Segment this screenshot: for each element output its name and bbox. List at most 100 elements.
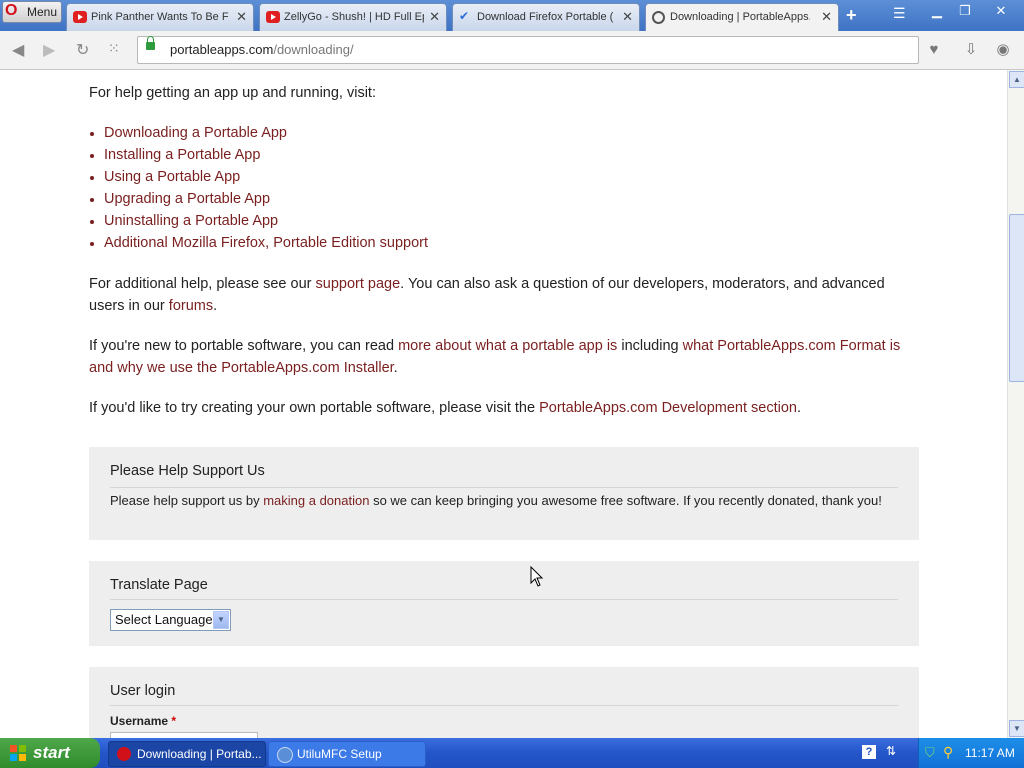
help-link-upgrading[interactable]: Upgrading a Portable App [104,191,270,207]
tab-title: Downloading | PortableApps. [670,11,810,23]
scroll-thumb[interactable] [1009,214,1024,382]
taskbar-item-utilumfc[interactable]: UtiluMFC Setup [268,741,426,767]
text: so we can keep bringing you awesome free… [369,493,882,508]
help-icon[interactable]: ? [862,745,876,759]
taskbar-item-label: Downloading | Portab... [137,747,262,761]
opera-logo-icon: O [5,2,18,19]
text: Please help support us by [110,493,264,508]
scroll-down-icon[interactable]: ▼ [1009,720,1024,737]
address-bar[interactable]: portableapps.com/downloading/ [137,36,919,64]
back-icon[interactable]: ◀ [12,40,24,60]
start-button[interactable]: start [0,738,100,768]
help-link-firefox-support[interactable]: Additional Mozilla Firefox, Portable Edi… [104,235,428,251]
divider [110,487,898,488]
downloads-icon[interactable]: ⇩ [960,39,982,61]
network-icon[interactable]: ⇅ [886,744,896,758]
text: Username [110,714,169,728]
reload-icon[interactable]: ↻ [76,40,89,60]
bookmark-heart-icon[interactable]: ♥ [923,39,945,61]
translate-page-box: Translate Page Select Language ▼ [89,561,919,646]
donation-link[interactable]: making a donation [263,493,369,508]
translate-box-title: Translate Page [110,577,208,593]
required-mark: * [171,714,177,728]
tab-zellygo[interactable]: ZellyGo - Shush! | HD Full Ep ✕ [259,3,447,31]
shield-icon[interactable]: ⛉ [925,745,935,761]
check-icon: ✔ [459,9,470,23]
support-us-box: Please Help Support Us Please help suppo… [89,447,919,540]
development-paragraph: If you'd like to try creating your own p… [89,397,919,419]
list-item: Downloading a Portable App [104,122,428,144]
list-item: Upgrading a Portable App [104,188,428,210]
tab-menu-icon[interactable]: ☰ [893,5,906,22]
help-links-list: Downloading a Portable App Installing a … [89,122,428,254]
scroll-up-icon[interactable]: ▲ [1009,71,1024,88]
support-box-title: Please Help Support Us [110,463,265,479]
minimize-icon[interactable]: ▁ [926,3,948,19]
select-value: Select Language [115,612,213,627]
help-link-installing[interactable]: Installing a Portable App [104,147,260,163]
youtube-icon [266,11,280,23]
menu-label: Menu [27,5,58,19]
mouse-cursor-icon [530,566,544,587]
text: . [213,298,218,314]
opera-icon [117,747,131,761]
url-path: /downloading/ [273,42,354,57]
taskbar-item-label: UtiluMFC Setup [297,747,382,761]
text: . [393,360,398,376]
restore-icon[interactable]: ❐ [954,3,976,19]
list-item: Installing a Portable App [104,144,428,166]
text: including [617,338,683,354]
forums-link[interactable]: forums [169,298,213,314]
taskbar-item-opera[interactable]: Downloading | Portab... [108,741,266,767]
search-icon[interactable]: ⚲ [943,744,953,761]
help-link-uninstalling[interactable]: Uninstalling a Portable App [104,213,278,229]
username-label: Username * [110,714,176,728]
new-to-portable-paragraph: If you're new to portable software, you … [89,335,919,379]
support-box-text: Please help support us by making a donat… [110,493,882,508]
text: If you're new to portable software, you … [89,338,399,354]
close-tab-icon[interactable]: ✕ [429,9,440,25]
tab-bar: O Menu Pink Panther Wants To Be F ✕ Zell… [0,0,1024,32]
divider [110,599,898,600]
list-item: Uninstalling a Portable App [104,210,428,232]
windows-logo-icon [10,745,26,761]
address-toolbar: ◀ ▶ ↻ ⁙ portableapps.com/downloading/ ♥ … [0,31,1024,70]
setup-icon [277,747,293,763]
language-select[interactable]: Select Language ▼ [110,609,231,631]
help-link-downloading[interactable]: Downloading a Portable App [104,125,287,141]
text: If you'd like to try creating your own p… [89,400,540,416]
speed-dial-icon[interactable]: ⁙ [108,40,120,57]
clock: 11:17 AM [965,746,1015,760]
text: . [797,400,802,416]
tab-download-firefox[interactable]: ✔ Download Firefox Portable ( ✕ [452,3,640,31]
user-login-box: User login Username * [89,667,919,738]
about-portable-app-link[interactable]: more about what a portable app is [398,338,617,354]
tab-pink-panther[interactable]: Pink Panther Wants To Be F ✕ [66,3,254,31]
chevron-down-icon: ▼ [213,611,229,629]
login-box-title: User login [110,683,176,699]
text: For additional help, please see our [89,276,316,292]
tab-title: Pink Panther Wants To Be F [91,11,229,23]
help-link-using[interactable]: Using a Portable App [104,169,240,185]
divider [110,705,898,706]
opera-menu-button[interactable]: O Menu [2,1,62,23]
account-icon[interactable]: ◉ [992,39,1014,61]
list-item: Additional Mozilla Firefox, Portable Edi… [104,232,428,254]
start-label: start [33,743,70,762]
youtube-icon [73,11,87,23]
tab-title: ZellyGo - Shush! | HD Full Ep [284,11,424,23]
vertical-scrollbar[interactable]: ▲ ▼ [1007,70,1024,738]
portableapps-icon [652,11,665,24]
development-section-link[interactable]: PortableApps.com Development section [539,400,797,416]
close-tab-icon[interactable]: ✕ [622,9,633,25]
tab-downloading-portableapps[interactable]: Downloading | PortableApps. ✕ [645,3,839,32]
close-tab-icon[interactable]: ✕ [236,9,247,25]
forward-icon[interactable]: ▶ [43,40,55,60]
close-window-icon[interactable]: ✕ [990,3,1012,19]
support-paragraph: For additional help, please see our supp… [89,273,919,317]
support-page-link[interactable]: support page [316,276,401,292]
new-tab-icon[interactable]: + [846,5,857,26]
close-tab-icon[interactable]: ✕ [821,9,832,25]
url-domain: portableapps.com [170,42,274,57]
taskbar: start Downloading | Portab... UtiluMFC S… [0,738,1024,768]
